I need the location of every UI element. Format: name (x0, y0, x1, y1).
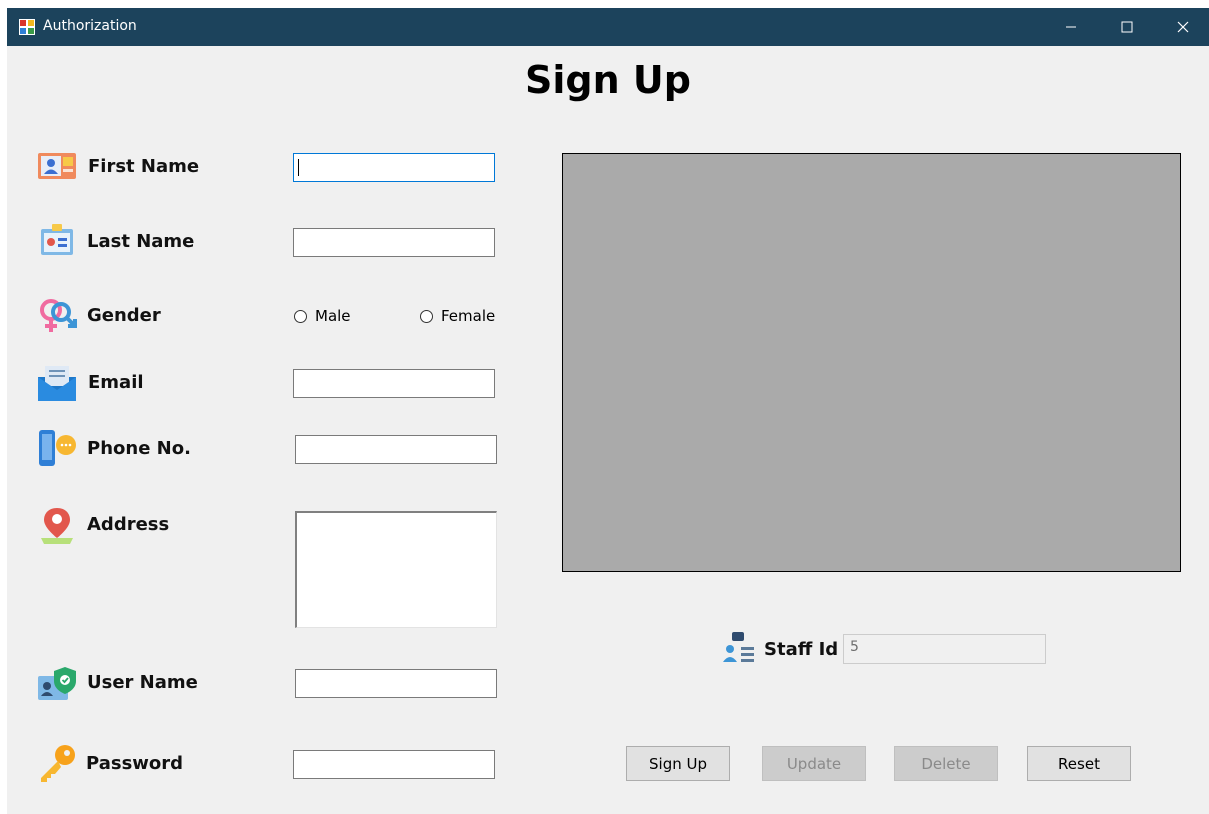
gender-female-label: Female (441, 307, 496, 325)
phone-label: Phone No. (87, 438, 191, 459)
window-title: Authorization (43, 18, 137, 34)
form-app-icon (19, 19, 35, 35)
first-name-input[interactable] (293, 153, 495, 182)
update-button[interactable]: Update (762, 746, 866, 781)
envelope-icon (37, 363, 77, 403)
last-name-input[interactable] (293, 228, 495, 257)
email-label: Email (88, 372, 144, 393)
close-icon (1177, 21, 1189, 33)
sign-up-button[interactable]: Sign Up (626, 746, 730, 781)
radio-circle[interactable] (294, 309, 307, 323)
user-name-label: User Name (87, 672, 198, 693)
photo-picture-box[interactable] (562, 153, 1181, 572)
staff-id-label: Staff Id (764, 639, 839, 660)
gender-label: Gender (87, 305, 161, 326)
last-name-label: Last Name (87, 231, 195, 252)
email-input[interactable] (293, 369, 495, 398)
maximize-icon (1121, 21, 1133, 33)
staff-id-input: 5 (843, 634, 1046, 664)
minimize-button[interactable] (1043, 8, 1099, 46)
maximize-button[interactable] (1099, 8, 1155, 46)
key-icon (37, 743, 77, 783)
reset-button[interactable]: Reset (1027, 746, 1131, 781)
delete-button[interactable]: Delete (894, 746, 998, 781)
text-caret (298, 159, 299, 176)
gender-symbols-icon (37, 295, 77, 335)
address-label: Address (87, 514, 170, 535)
page-title: Sign Up (525, 58, 691, 102)
password-label: Password (86, 753, 184, 774)
first-name-label: First Name (88, 156, 200, 177)
title-bar: Authorization (7, 8, 1209, 46)
id-badge-icon (37, 221, 77, 261)
phone-input[interactable] (295, 435, 497, 464)
authorization-window: Authorization Sign Up First Name Last Na… (7, 8, 1209, 814)
location-pin-icon (37, 504, 77, 544)
password-input[interactable] (293, 750, 495, 779)
staff-list-icon (720, 629, 760, 669)
gender-male-radio[interactable]: Male (294, 307, 351, 325)
gender-male-label: Male (315, 307, 351, 325)
contact-card-icon (37, 147, 77, 187)
minimize-icon (1066, 26, 1076, 28)
radio-circle[interactable] (420, 309, 433, 323)
address-textarea[interactable] (295, 511, 497, 628)
user-shield-icon (37, 664, 77, 704)
phone-chat-icon (37, 428, 77, 468)
gender-female-radio[interactable]: Female (420, 307, 495, 325)
user-name-input[interactable] (295, 669, 497, 698)
close-button[interactable] (1155, 8, 1209, 46)
